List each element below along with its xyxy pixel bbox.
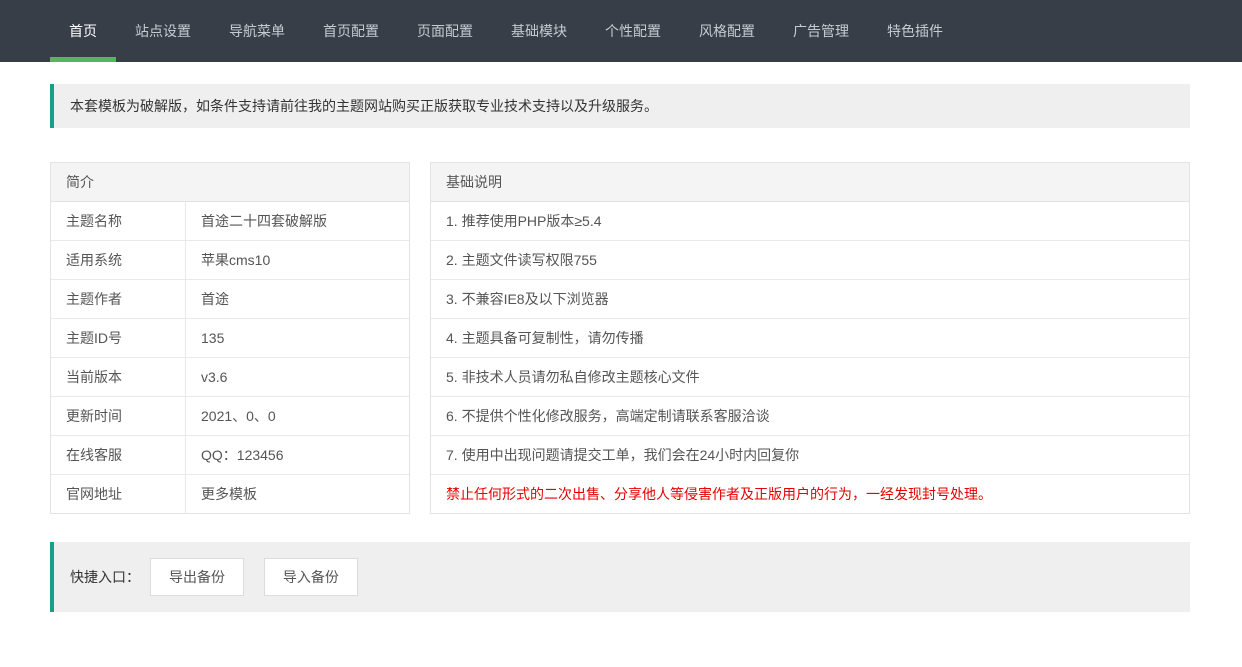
nav-tab[interactable]: 个性配置 (586, 0, 680, 62)
intro-row-label: 主题作者 (51, 280, 186, 318)
notes-table-row: 禁止任何形式的二次出售、分享他人等侵害作者及正版用户的行为，一经发现封号处理。 (431, 475, 1189, 513)
nav-tab[interactable]: 站点设置 (116, 0, 210, 62)
intro-row-value: QQ：123456 (186, 436, 409, 474)
intro-table-row: 主题名称 首途二十四套破解版 (51, 202, 409, 241)
notes-table-title: 基础说明 (431, 163, 1189, 202)
intro-table-row: 主题作者 首途 (51, 280, 409, 319)
intro-row-value: v3.6 (186, 358, 409, 396)
backup-button[interactable]: 导入备份 (264, 558, 358, 596)
notes-table-row: 6. 不提供个性化修改服务，高端定制请联系客服洽谈 (431, 397, 1189, 436)
notes-row-text: 6. 不提供个性化修改服务，高端定制请联系客服洽谈 (431, 397, 1189, 435)
nav-tab[interactable]: 特色插件 (868, 0, 962, 62)
nav-tab[interactable]: 广告管理 (774, 0, 868, 62)
notes-table-row: 1. 推荐使用PHP版本≥5.4 (431, 202, 1189, 241)
quick-entry-label: 快捷入口： (70, 567, 140, 587)
intro-row-label: 主题ID号 (51, 319, 186, 357)
backup-button[interactable]: 导出备份 (150, 558, 244, 596)
intro-table-row: 当前版本 v3.6 (51, 358, 409, 397)
intro-row-label: 官网地址 (51, 475, 186, 513)
nav-tab[interactable]: 基础模块 (492, 0, 586, 62)
intro-row-label: 主题名称 (51, 202, 186, 240)
notes-table-row: 3. 不兼容IE8及以下浏览器 (431, 280, 1189, 319)
notes-row-text: 7. 使用中出现问题请提交工单，我们会在24小时内回复你 (431, 436, 1189, 474)
intro-table-row: 更新时间 2021、0、0 (51, 397, 409, 436)
intro-table-title: 简介 (51, 163, 409, 202)
intro-row-value: 首途 (186, 280, 409, 318)
intro-row-label: 适用系统 (51, 241, 186, 279)
notes-row-text: 5. 非技术人员请勿私自修改主题核心文件 (431, 358, 1189, 396)
notes-table: 基础说明 1. 推荐使用PHP版本≥5.4 2. 主题文件读写权限755 3. … (430, 162, 1190, 514)
intro-row-label: 在线客服 (51, 436, 186, 474)
intro-row-value: 苹果cms10 (186, 241, 409, 279)
notes-row-text: 2. 主题文件读写权限755 (431, 241, 1189, 279)
intro-row-value: 首途二十四套破解版 (186, 202, 409, 240)
page-content: 本套模板为破解版，如条件支持请前往我的主题网站购买正版获取专业技术支持以及升级服… (0, 84, 1242, 612)
intro-table: 简介 主题名称 首途二十四套破解版 适用系统 苹果cms10 主题作者 (50, 162, 410, 514)
intro-table-row: 在线客服 QQ：123456 (51, 436, 409, 475)
nav-tab[interactable]: 导航菜单 (210, 0, 304, 62)
notes-row-text: 1. 推荐使用PHP版本≥5.4 (431, 202, 1189, 240)
intro-table-row: 官网地址 更多模板 (51, 475, 409, 513)
notice-bar: 本套模板为破解版，如条件支持请前往我的主题网站购买正版获取专业技术支持以及升级服… (50, 84, 1190, 128)
intro-row-label: 更新时间 (51, 397, 186, 435)
quick-entry-bar: 快捷入口： 导出备份 导入备份 (50, 542, 1190, 612)
quick-entry-buttons: 导出备份 导入备份 (150, 558, 374, 596)
intro-row-label: 当前版本 (51, 358, 186, 396)
nav-tab[interactable]: 首页配置 (304, 0, 398, 62)
notes-row-text: 禁止任何形式的二次出售、分享他人等侵害作者及正版用户的行为，一经发现封号处理。 (431, 475, 1189, 513)
notes-row-text: 4. 主题具备可复制性，请勿传播 (431, 319, 1189, 357)
intro-table-rows: 主题名称 首途二十四套破解版 适用系统 苹果cms10 主题作者 首途 (51, 202, 409, 513)
info-tables: 简介 主题名称 首途二十四套破解版 适用系统 苹果cms10 主题作者 (50, 162, 1190, 514)
intro-table-row: 适用系统 苹果cms10 (51, 241, 409, 280)
notes-table-row: 5. 非技术人员请勿私自修改主题核心文件 (431, 358, 1189, 397)
intro-row-value: 2021、0、0 (186, 397, 409, 435)
notes-row-text: 3. 不兼容IE8及以下浏览器 (431, 280, 1189, 318)
notes-table-rows: 1. 推荐使用PHP版本≥5.4 2. 主题文件读写权限755 3. 不兼容IE… (431, 202, 1189, 513)
nav-tab[interactable]: 页面配置 (398, 0, 492, 62)
notes-table-row: 7. 使用中出现问题请提交工单，我们会在24小时内回复你 (431, 436, 1189, 475)
nav-tab[interactable]: 首页 (50, 0, 116, 62)
top-navigation: 首页 站点设置 导航菜单 首页配置 页面配置 基础模块 个性配置 风格配置 广告… (0, 0, 1242, 62)
intro-table-row: 主题ID号 135 (51, 319, 409, 358)
intro-row-value: 135 (186, 319, 409, 357)
notice-text: 本套模板为破解版，如条件支持请前往我的主题网站购买正版获取专业技术支持以及升级服… (70, 98, 658, 114)
nav-tab[interactable]: 风格配置 (680, 0, 774, 62)
notes-table-row: 2. 主题文件读写权限755 (431, 241, 1189, 280)
notes-table-row: 4. 主题具备可复制性，请勿传播 (431, 319, 1189, 358)
intro-row-value: 更多模板 (186, 475, 409, 513)
